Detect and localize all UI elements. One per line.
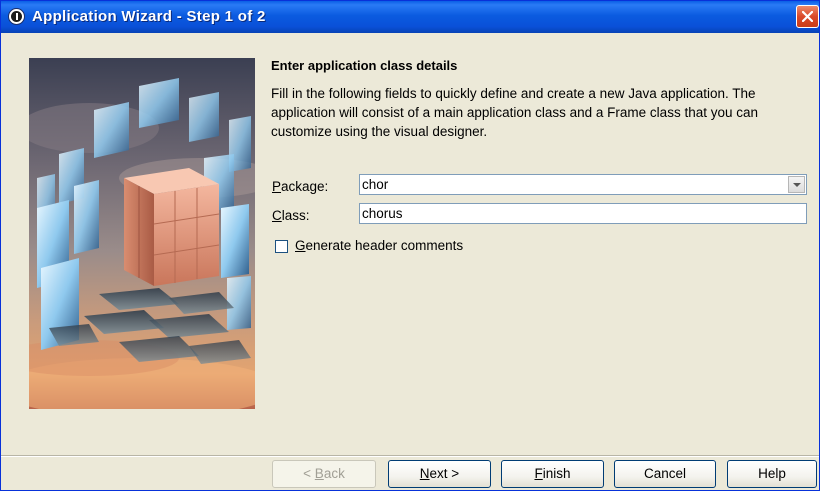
app-icon — [8, 8, 25, 25]
package-value: chor — [362, 177, 389, 192]
step-description: Fill in the following fields to quickly … — [271, 86, 758, 139]
package-label: Package: — [272, 179, 329, 194]
generate-header-comments-label[interactable]: Generate header comments — [295, 238, 463, 253]
class-field[interactable]: chorus — [359, 203, 807, 224]
help-button[interactable]: Help — [727, 460, 817, 488]
close-button[interactable] — [796, 5, 819, 28]
finish-button[interactable]: Finish — [501, 460, 604, 488]
class-label: Class: — [272, 208, 310, 223]
application-wizard-dialog: Application Wizard - Step 1 of 2 Enter a… — [0, 0, 820, 491]
close-icon — [802, 11, 813, 22]
package-combo[interactable]: chor — [359, 174, 807, 195]
back-button[interactable]: < Back — [272, 460, 376, 488]
class-value: chorus — [362, 206, 403, 221]
next-button[interactable]: Next > — [388, 460, 491, 488]
cancel-button[interactable]: Cancel — [614, 460, 716, 488]
window-title: Application Wizard - Step 1 of 2 — [32, 8, 266, 25]
chevron-down-icon[interactable] — [788, 176, 805, 193]
title-bar[interactable]: Application Wizard - Step 1 of 2 — [1, 1, 819, 33]
generate-header-comments-checkbox[interactable] — [275, 240, 288, 253]
step-heading: Enter application class details — [271, 58, 458, 73]
wizard-illustration — [29, 58, 255, 409]
footer-separator-highlight — [1, 456, 819, 457]
